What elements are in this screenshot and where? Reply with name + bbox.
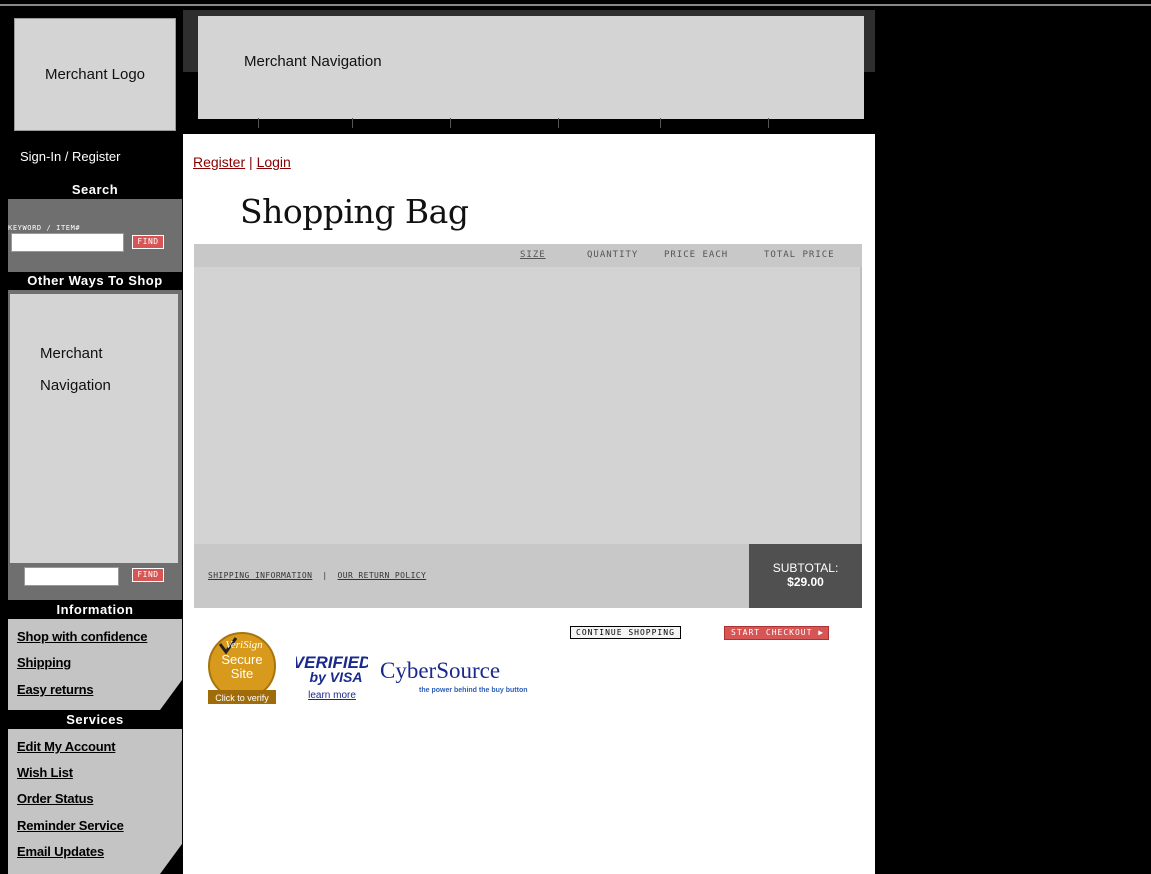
column-total-price: TOTAL PRICE [764,250,835,260]
sidebar-nav-line: Merchant [40,345,103,362]
start-checkout-button[interactable]: START CHECKOUT ▶ [724,626,830,640]
secondary-search-input[interactable] [24,567,119,586]
panel-corner-decoration [160,680,182,710]
email-updates-link[interactable]: Email Updates [17,844,104,859]
other-ways-heading: Other Ways To Shop [8,272,182,290]
subtotal-label: SUBTOTAL: [772,561,839,575]
find-button[interactable]: FIND [132,235,164,249]
visa-learn-more-link[interactable]: learn more [308,690,356,701]
services-heading: Services [8,711,182,729]
continue-shopping-label: CONTINUE SHOPPING [576,628,675,637]
shipping-link[interactable]: Shipping [17,655,71,670]
nav-divider [450,118,451,128]
nav-divider [352,118,353,128]
column-size[interactable]: SIZE [520,250,546,260]
policy-separator: | [322,571,328,580]
cybersource-badge[interactable]: CyberSource the power behind the buy but… [378,654,554,696]
logo-text: Merchant Logo [44,66,146,83]
order-status-link[interactable]: Order Status [17,791,94,806]
nav-divider [768,118,769,128]
auth-links: Register | Login [193,154,291,170]
verisign-verify-text: Click to verify [215,693,269,703]
auth-separator: | [249,154,253,170]
start-checkout-label: START CHECKOUT [731,628,813,637]
shop-with-confidence-link[interactable]: Shop with confidence [17,629,148,644]
subtotal-value: $29.00 [787,575,824,589]
nav-divider [660,118,661,128]
keyword-label: KEYWORD / ITEM# [8,224,81,232]
nav-divider [258,118,259,128]
cart-items-area [194,267,862,544]
nav-text: Merchant Navigation [244,53,382,70]
signin-register-link[interactable]: Sign-In / Register [20,149,120,164]
column-price-each: PRICE EACH [664,250,729,260]
login-link[interactable]: Login [257,154,291,170]
information-heading: Information [8,601,182,619]
shipping-information-link[interactable]: SHIPPING INFORMATION [208,571,312,580]
verified-by-visa-badge[interactable]: VERIFIED by VISA learn more [296,650,368,702]
wish-list-link[interactable]: Wish List [17,765,73,780]
page-title: Shopping Bag [240,192,469,231]
top-border [0,4,1151,6]
easy-returns-link[interactable]: Easy returns [17,682,94,697]
visa-byvisa-text: by VISA [310,669,363,685]
reminder-service-link[interactable]: Reminder Service [17,818,124,833]
policy-links: SHIPPING INFORMATION | OUR RETURN POLICY [208,571,426,580]
merchant-navigation[interactable]: Merchant Navigation [198,16,864,119]
verisign-brand-text: VeriSign [225,639,263,651]
return-policy-link[interactable]: OUR RETURN POLICY [338,571,427,580]
continue-shopping-button[interactable]: CONTINUE SHOPPING [570,626,681,639]
sidebar-nav-line: Navigation [40,377,111,394]
cybersource-brand-text: CyberSource [380,658,500,683]
verisign-secure-text: Secure [221,652,262,667]
sidebar-merchant-navigation[interactable]: Merchant Navigation [10,294,178,563]
search-heading: Search [8,181,182,199]
edit-my-account-link[interactable]: Edit My Account [17,739,116,754]
merchant-logo[interactable]: Merchant Logo [14,18,176,131]
arrow-right-icon: ▶ [818,628,825,637]
verisign-site-text: Site [231,666,253,681]
verisign-secure-site-badge[interactable]: VeriSign Secure Site Click to verify [206,630,278,706]
secondary-find-button[interactable]: FIND [132,568,164,582]
register-link[interactable]: Register [193,154,245,170]
cybersource-tagline: the power behind the buy button [419,687,528,694]
nav-divider [558,118,559,128]
panel-corner-decoration [160,844,182,874]
column-quantity: QUANTITY [587,250,639,260]
subtotal-box: SUBTOTAL: $29.00 [749,544,862,608]
keyword-search-input[interactable] [11,233,124,252]
